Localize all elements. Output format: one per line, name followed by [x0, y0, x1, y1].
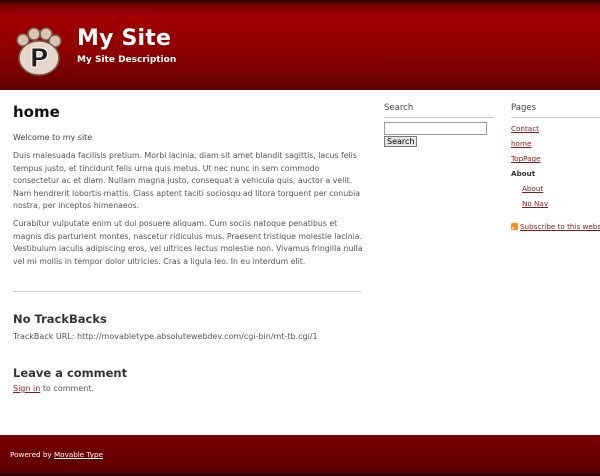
page-link-toppage[interactable]: TopPage: [511, 154, 600, 163]
sign-in-link[interactable]: Sign in: [13, 384, 40, 393]
page-link-about-sub[interactable]: About: [522, 184, 600, 193]
site-description: My Site Description: [77, 55, 177, 65]
page-link-contact[interactable]: Contact: [511, 124, 600, 133]
content-divider: [13, 291, 361, 292]
welcome-text: Welcome to my site: [13, 133, 93, 142]
trackback-url-label: TrackBack URL:: [13, 332, 75, 341]
page-title: home: [13, 103, 60, 121]
page-link-home[interactable]: home: [511, 139, 600, 148]
paw-logo-icon: P: [16, 27, 62, 76]
powered-by-label: Powered by: [10, 450, 52, 459]
trackback-url-value: http://movabletype.absolutewebdev.com/cg…: [77, 332, 318, 341]
search-button[interactable]: Search: [384, 136, 418, 147]
rss-feed-icon: [511, 223, 518, 230]
pages-list: Contact home TopPage About About No Nav: [511, 124, 600, 208]
trackbacks-heading: No TrackBacks: [13, 312, 107, 326]
subscribe-feed-link[interactable]: Subscribe to this website's feed: [520, 222, 600, 231]
page-link-no-nav[interactable]: No Nav: [522, 199, 600, 208]
movable-type-link[interactable]: Movable Type: [54, 450, 103, 459]
site-title[interactable]: My Site: [77, 26, 171, 51]
page-current-about: About: [511, 169, 536, 178]
powered-by: Powered by Movable Type: [10, 450, 103, 459]
comment-prompt: Sign in to comment.: [13, 384, 94, 393]
comment-heading: Leave a comment: [13, 366, 128, 380]
site-footer: Powered by Movable Type: [0, 435, 600, 476]
trackback-url: TrackBack URL: http://movabletype.absolu…: [13, 332, 318, 341]
pages-heading: Pages: [511, 103, 600, 118]
subscribe-feed: Subscribe to this website's feed: [511, 222, 600, 232]
search-input[interactable]: [384, 122, 487, 135]
site-header: P My Site My Site Description: [0, 0, 600, 90]
svg-text:P: P: [29, 44, 48, 74]
search-heading: Search: [384, 103, 494, 118]
main-content: home Welcome to my site Duis malesuada f…: [13, 103, 363, 268]
comment-suffix: to comment.: [42, 384, 94, 393]
body-paragraph: Curabitur vulputate enim ut dui posuere …: [13, 218, 363, 266]
search-widget: Search Search: [384, 103, 494, 147]
body-paragraph: Duis malesuada facilisis pretium. Morbi …: [13, 151, 361, 211]
site-logo[interactable]: P: [12, 26, 64, 78]
pages-widget: Pages Contact home TopPage About About N…: [511, 103, 600, 214]
